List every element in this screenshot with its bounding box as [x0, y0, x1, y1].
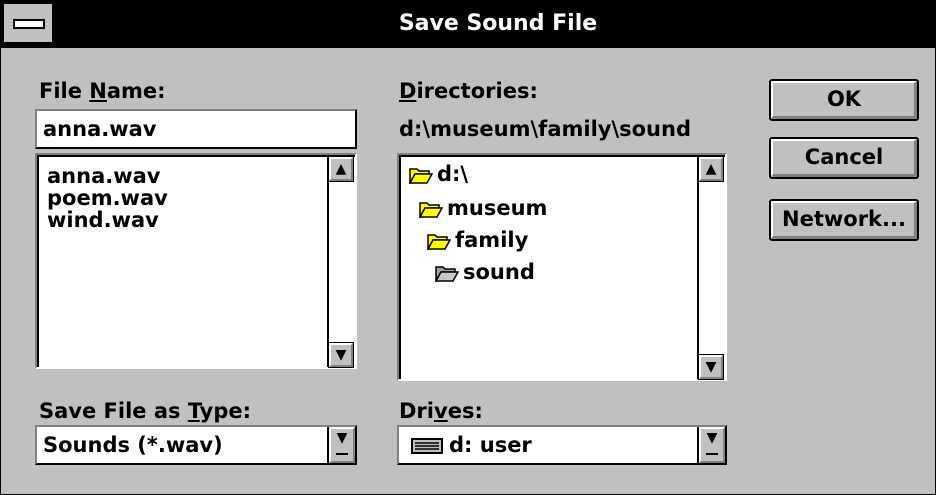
folder-open-icon [419, 202, 443, 218]
directory-list-scrollbar[interactable]: ▲ ▼ [697, 156, 725, 380]
file-name-input[interactable]: anna.wav [35, 109, 357, 149]
list-item[interactable]: sound [435, 259, 535, 285]
dropdown-arrow-icon[interactable]: ▼ [697, 427, 725, 463]
drives-label: Drives: [399, 399, 483, 423]
list-item[interactable]: family [427, 227, 528, 253]
dropdown-arrow-icon[interactable]: ▼ [327, 427, 355, 463]
list-item[interactable]: poem.wav [47, 187, 168, 209]
cancel-button[interactable]: Cancel [769, 137, 919, 179]
list-item[interactable]: anna.wav [47, 165, 160, 187]
network-button[interactable]: Network... [769, 199, 919, 241]
down-arrow-icon[interactable]: ▼ [698, 354, 724, 380]
directory-list[interactable]: d:\ museum family sound ▲ ▼ [397, 153, 727, 381]
save-type-select[interactable]: Sounds (*.wav) ▼ [35, 425, 357, 465]
down-arrow-icon[interactable]: ▼ [328, 342, 354, 368]
up-arrow-icon[interactable]: ▲ [328, 156, 354, 182]
folder-open-icon [409, 168, 433, 184]
directories-label: Directories: [399, 79, 538, 103]
folder-open-icon [427, 234, 451, 250]
system-menu-icon[interactable] [4, 4, 54, 42]
save-type-value: Sounds (*.wav) [43, 433, 223, 457]
list-item[interactable]: d:\ [409, 161, 468, 187]
drives-select[interactable]: d: user ▼ [397, 425, 727, 465]
list-item[interactable]: museum [419, 195, 547, 221]
folder-open-icon [435, 266, 459, 282]
list-item[interactable]: wind.wav [47, 209, 159, 231]
drives-value: d: user [411, 433, 532, 457]
ok-button[interactable]: OK [769, 79, 919, 121]
up-arrow-icon[interactable]: ▲ [698, 156, 724, 182]
file-name-value: anna.wav [43, 117, 157, 141]
current-path: d:\museum\family\sound [399, 117, 691, 141]
file-name-label: File Name: [39, 79, 166, 103]
save-sound-file-dialog: Save Sound File File Name: anna.wav anna… [0, 0, 936, 495]
window-title: Save Sound File [398, 11, 598, 36]
file-list-scrollbar[interactable]: ▲ ▼ [327, 156, 355, 368]
save-type-label: Save File as Type: [39, 399, 252, 423]
drive-icon [411, 438, 443, 454]
title-bar[interactable]: Save Sound File [1, 1, 935, 48]
file-list[interactable]: anna.wav poem.wav wind.wav ▲ ▼ [35, 153, 357, 369]
